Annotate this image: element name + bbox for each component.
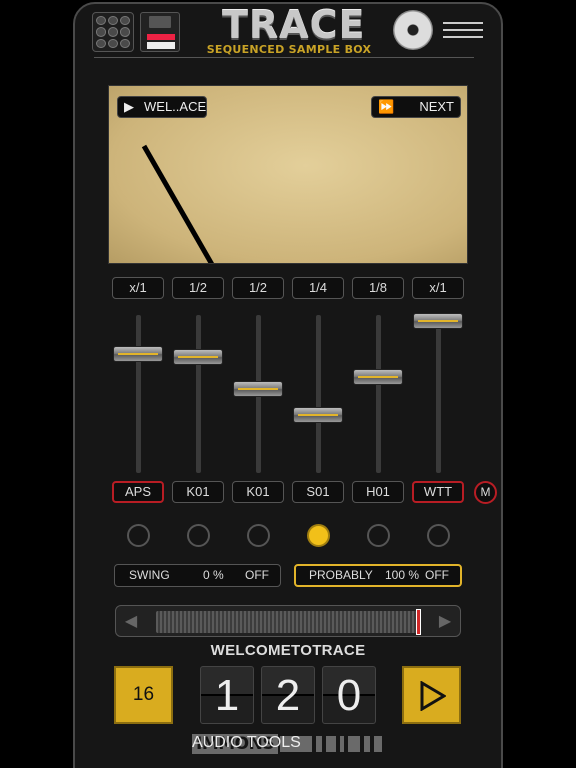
- division-button[interactable]: 1/2: [172, 277, 224, 299]
- scroll-position-marker[interactable]: [416, 609, 421, 635]
- fader-track[interactable]: [436, 321, 441, 473]
- fader-knob[interactable]: [293, 407, 343, 424]
- swing-value: 0 %: [203, 568, 224, 582]
- scroll-right-icon[interactable]: ▶: [434, 611, 456, 633]
- fader-track[interactable]: [376, 315, 381, 473]
- tempo-digit[interactable]: 1: [200, 666, 254, 724]
- header-divider: [94, 57, 474, 58]
- transport-play-button[interactable]: [402, 666, 461, 724]
- fader-track[interactable]: [136, 315, 141, 473]
- scroll-left-icon[interactable]: ◀: [120, 611, 142, 633]
- swing-label: SWING: [129, 568, 170, 582]
- channel-led[interactable]: [427, 524, 450, 547]
- probably-value: 100 %: [385, 568, 420, 582]
- scroll-wheel[interactable]: [156, 611, 418, 633]
- mute-button[interactable]: M: [474, 481, 497, 504]
- fader-knob[interactable]: [173, 349, 223, 366]
- tape-reel-icon[interactable]: [393, 10, 433, 50]
- app-logo: TRACE: [222, 3, 366, 47]
- channel-led[interactable]: [127, 524, 150, 547]
- meter-needle: [141, 144, 215, 263]
- division-button[interactable]: 1/2: [232, 277, 284, 299]
- menu-icon[interactable]: [443, 22, 483, 38]
- division-button[interactable]: x/1: [112, 277, 164, 299]
- channel-button[interactable]: WTT: [412, 481, 464, 503]
- division-button[interactable]: 1/8: [352, 277, 404, 299]
- division-button[interactable]: x/1: [412, 277, 464, 299]
- floppy-disk-icon[interactable]: [140, 12, 180, 52]
- play-icon: [420, 681, 446, 711]
- probably-label: PROBABLY: [309, 568, 373, 582]
- brand-subtitle: AUDIO TOOLS: [192, 734, 301, 751]
- swing-state: OFF: [245, 568, 269, 582]
- fader-knob[interactable]: [413, 313, 463, 329]
- channel-led[interactable]: [367, 524, 390, 547]
- division-button[interactable]: 1/4: [292, 277, 344, 299]
- channel-led[interactable]: [247, 524, 270, 547]
- fader-knob[interactable]: [113, 346, 163, 363]
- song-title: WELCOMETOTRACE: [210, 642, 366, 659]
- tempo-digit[interactable]: 0: [322, 666, 376, 724]
- tempo-digit[interactable]: 2: [261, 666, 315, 724]
- fader-track[interactable]: [196, 315, 201, 473]
- steps-button[interactable]: 16: [114, 666, 173, 724]
- channel-button[interactable]: S01: [292, 481, 344, 503]
- fader-knob[interactable]: [353, 369, 403, 386]
- swing-control[interactable]: SWING 0 % OFF: [114, 564, 281, 587]
- channel-button[interactable]: K01: [232, 481, 284, 503]
- fader-knob[interactable]: [233, 381, 283, 398]
- app-subtitle: SEQUENCED SAMPLE BOX: [206, 43, 372, 56]
- channel-led[interactable]: [187, 524, 210, 547]
- fader-track[interactable]: [316, 315, 321, 473]
- channel-button[interactable]: K01: [172, 481, 224, 503]
- channel-button[interactable]: APS: [112, 481, 164, 503]
- probably-state: OFF: [425, 568, 449, 582]
- grid-icon[interactable]: [92, 12, 134, 52]
- song-scroller[interactable]: ◀ ▶: [115, 605, 461, 637]
- pattern-display: ▶ WEL..ACE ⏩ NEXT: [108, 85, 468, 264]
- channel-led[interactable]: [307, 524, 330, 547]
- probably-control[interactable]: PROBABLY 100 % OFF: [294, 564, 462, 587]
- channel-button[interactable]: H01: [352, 481, 404, 503]
